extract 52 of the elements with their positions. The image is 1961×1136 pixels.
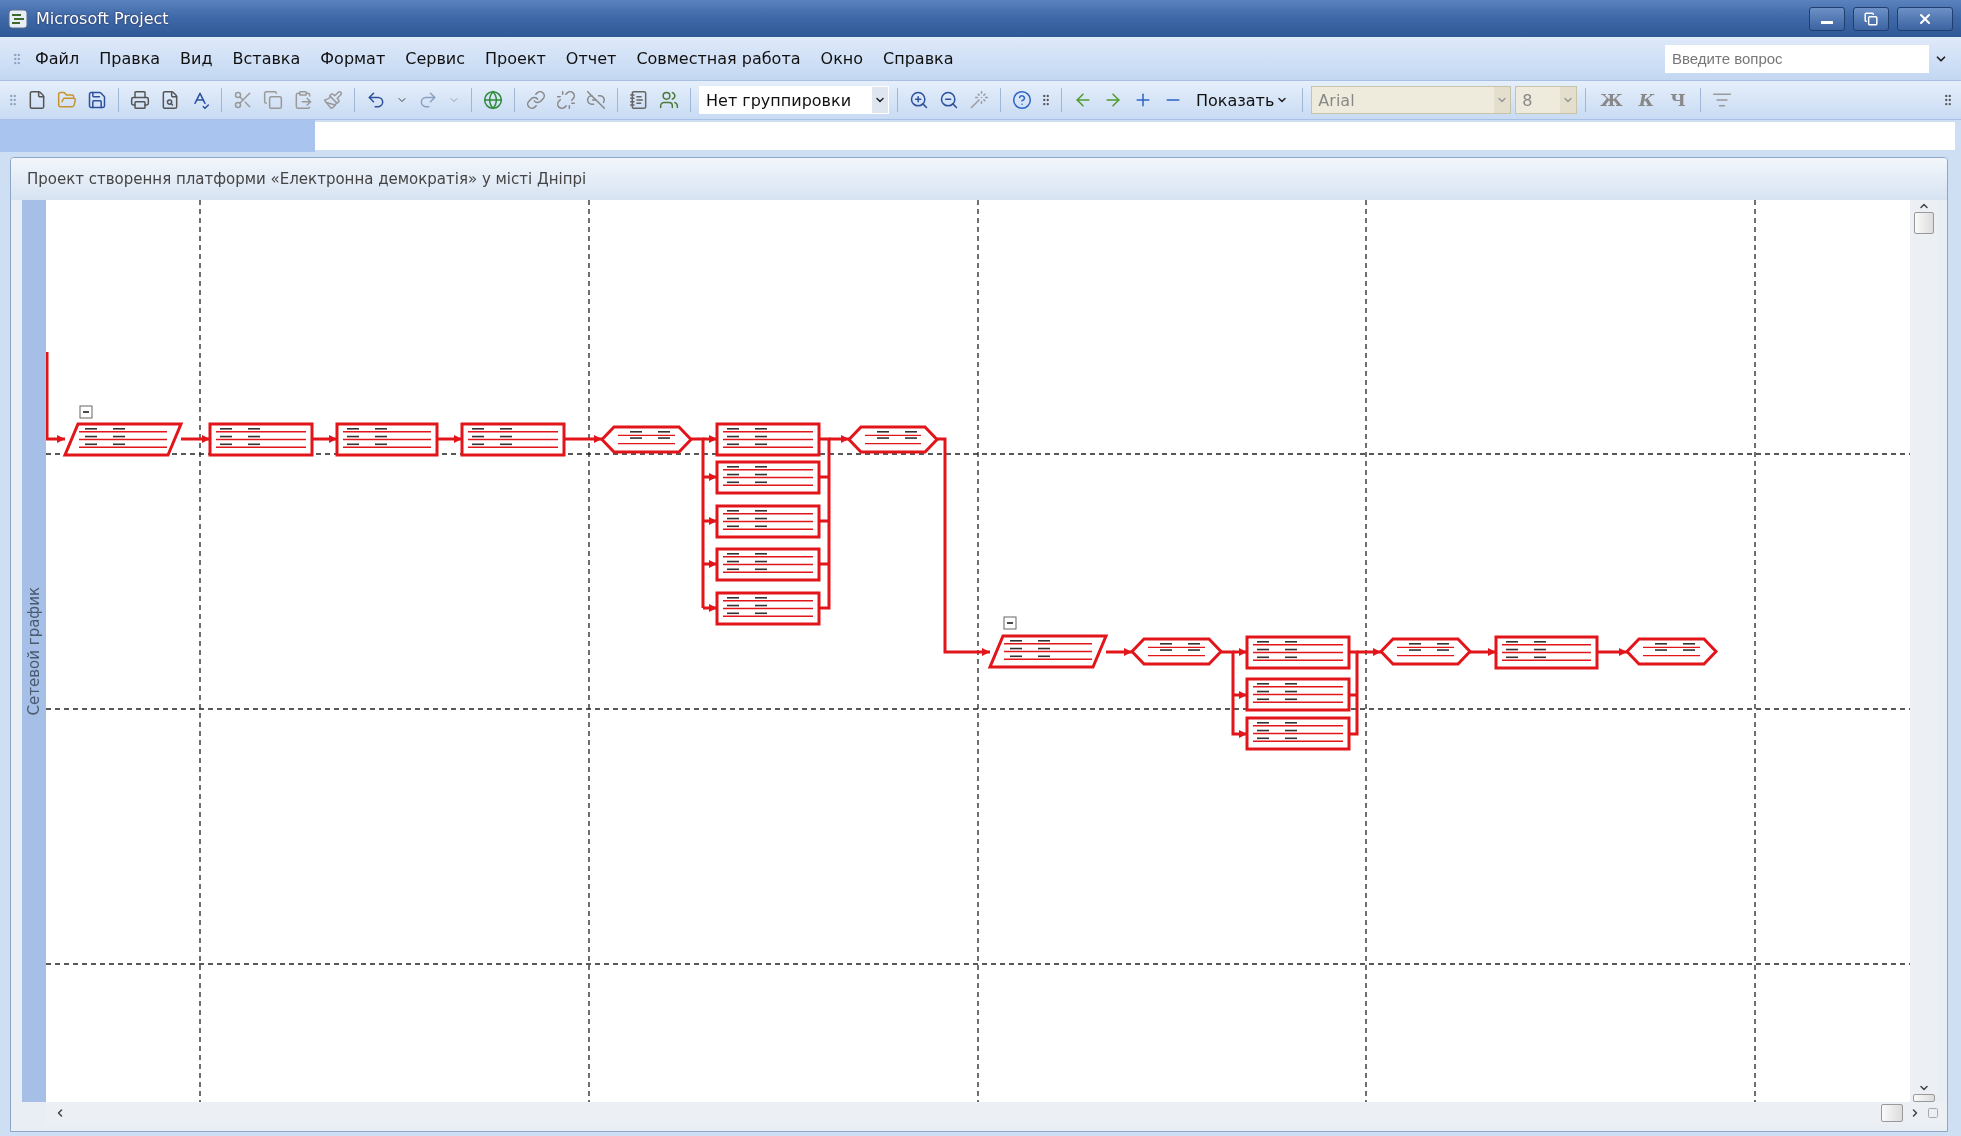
- collapse-icon[interactable]: [1003, 616, 1017, 630]
- notes-icon[interactable]: [629, 90, 649, 110]
- globe-icon[interactable]: [483, 90, 503, 110]
- users-icon[interactable]: [659, 90, 679, 110]
- folder-icon[interactable]: [57, 90, 77, 110]
- help-search-field[interactable]: Введите вопрос: [1665, 44, 1929, 73]
- scissors-icon[interactable]: [233, 90, 253, 110]
- print-preview-icon[interactable]: [160, 90, 180, 110]
- project-title: Проект створення платформи «Електронна демократія» у місті Дніпрі: [27, 170, 587, 188]
- zoom-in-icon[interactable]: [909, 90, 929, 110]
- filter-icon[interactable]: [1711, 90, 1732, 110]
- menu-item[interactable]: Формат: [311, 45, 395, 72]
- scroll-thumb[interactable]: [1881, 1104, 1903, 1122]
- split-icon[interactable]: [586, 90, 606, 110]
- window-title: Microsoft Project: [36, 9, 170, 28]
- menu-item[interactable]: Совместная работа: [627, 45, 810, 72]
- show-button[interactable]: Показать: [1190, 88, 1295, 112]
- menu-item[interactable]: Правка: [90, 45, 170, 72]
- copy-icon[interactable]: [263, 90, 283, 110]
- save-icon[interactable]: [87, 90, 107, 110]
- app-icon: [8, 8, 28, 29]
- wand-icon[interactable]: [969, 90, 989, 110]
- minimize-icon: [1821, 21, 1833, 24]
- splitter-handle[interactable]: [1912, 1094, 1935, 1102]
- view-label: Сетевой график: [25, 586, 43, 716]
- menu-item[interactable]: Справка: [874, 45, 963, 72]
- minimize-button[interactable]: [1809, 6, 1845, 31]
- menu-item[interactable]: Файл: [26, 45, 89, 72]
- restore-button[interactable]: [1853, 6, 1889, 31]
- link-icon[interactable]: [526, 90, 546, 110]
- restore-icon: [1864, 11, 1878, 26]
- close-button[interactable]: [1897, 6, 1953, 31]
- resize-grip-icon[interactable]: [1927, 1107, 1939, 1119]
- scroll-thumb[interactable]: [1913, 212, 1934, 234]
- printer-icon[interactable]: [130, 90, 150, 110]
- redo-icon[interactable]: [418, 90, 438, 110]
- menu-item[interactable]: Окно: [811, 45, 873, 72]
- menu-item[interactable]: Отчет: [556, 45, 626, 72]
- collapse-icon[interactable]: [79, 405, 93, 419]
- unlink-icon[interactable]: [556, 90, 576, 110]
- menu-item[interactable]: Вид: [171, 45, 222, 72]
- brush-icon[interactable]: [323, 90, 343, 110]
- help-icon[interactable]: [1012, 90, 1032, 110]
- zoom-out-icon[interactable]: [939, 90, 959, 110]
- menu-item[interactable]: Проект: [476, 45, 555, 72]
- undo-icon[interactable]: [366, 90, 386, 110]
- menu-item[interactable]: Вставка: [223, 45, 310, 72]
- new-file-icon[interactable]: [27, 90, 47, 110]
- group-by-dropdown[interactable]: Нет группировки: [699, 86, 889, 114]
- entry-field[interactable]: [315, 122, 1955, 150]
- menu-item[interactable]: Сервис: [396, 45, 475, 72]
- paste-icon[interactable]: [293, 90, 313, 110]
